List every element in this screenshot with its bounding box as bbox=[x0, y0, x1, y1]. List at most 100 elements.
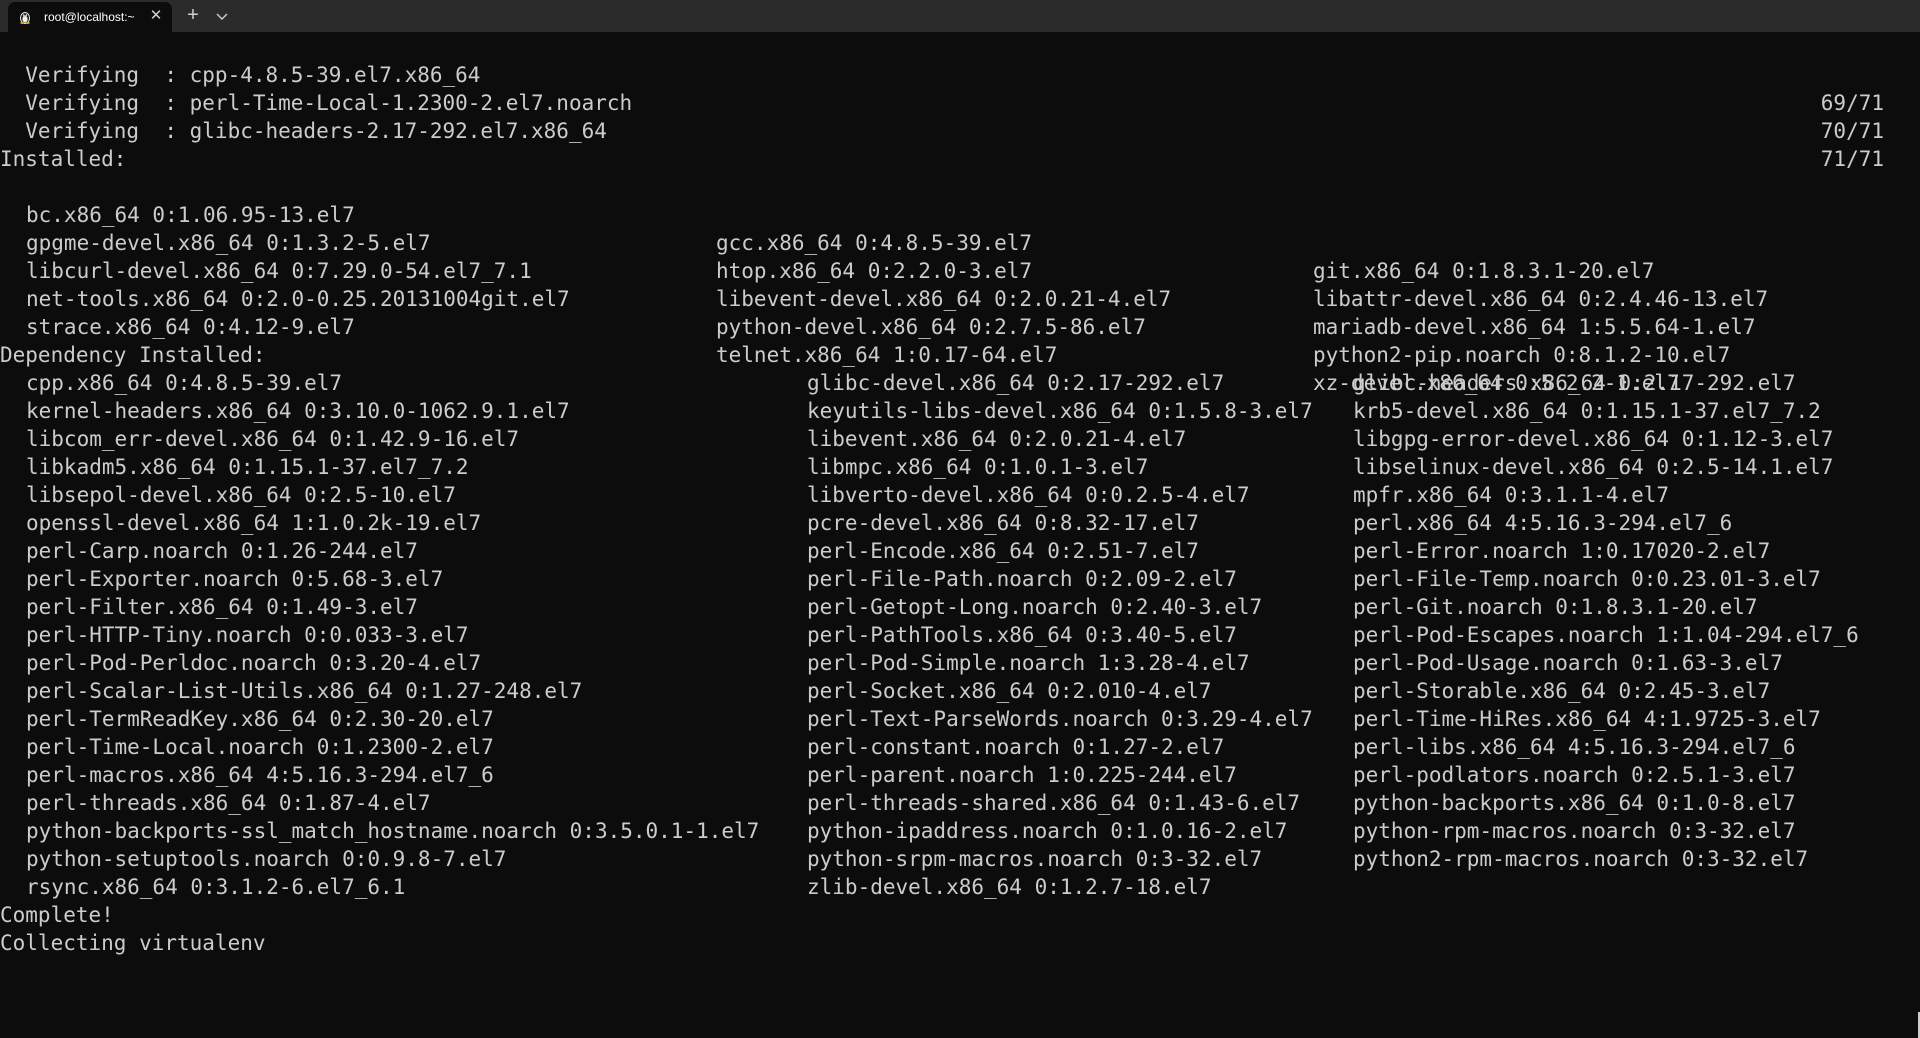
package-entry: perl-podlators.noarch 0:2.5.1-3.el7 bbox=[1353, 763, 1796, 787]
output-line: Verifying : cpp-4.8.5-39.el7.x86_64 69/7… bbox=[0, 33, 1920, 115]
output-line: kernel-headers.x86_64 0:3.10.0-1062.9.1.… bbox=[0, 397, 1920, 425]
package-entry: libverto-devel.x86_64 0:0.2.5-4.el7 bbox=[807, 483, 1250, 507]
package-entry: perl-threads-shared.x86_64 0:1.43-6.el7 bbox=[807, 791, 1301, 815]
output-line: strace.x86_64 0:4.12-9.el7 telnet.x86_64… bbox=[0, 285, 1920, 395]
dependency-header: Dependency Installed: bbox=[0, 343, 266, 367]
output-line: bc.x86_64 0:1.06.95-13.el7 gcc.x86_64 0:… bbox=[0, 173, 1920, 283]
package-entry: perl-Time-Local.noarch 0:1.2300-2.el7 bbox=[26, 735, 494, 759]
output-line: perl-threads.x86_64 0:1.87-4.el7 perl-thr… bbox=[0, 789, 1920, 817]
package-entry: libmpc.x86_64 0:1.0.1-3.el7 bbox=[807, 455, 1149, 479]
output-line: perl-Exporter.noarch 0:5.68-3.el7 perl-Fi… bbox=[0, 565, 1920, 593]
package-entry: perl-Pod-Usage.noarch 0:1.63-3.el7 bbox=[1353, 651, 1783, 675]
package-entry: perl-parent.noarch 1:0.225-244.el7 bbox=[807, 763, 1237, 787]
output-line: perl-Scalar-List-Utils.x86_64 0:1.27-248… bbox=[0, 677, 1920, 705]
output-line: perl-HTTP-Tiny.noarch 0:0.033-3.el7 perl-… bbox=[0, 621, 1920, 649]
output-line: gpgme-devel.x86_64 0:1.3.2-5.el7 htop.x8… bbox=[0, 201, 1920, 311]
output-line: perl-Pod-Perldoc.noarch 0:3.20-4.el7 perl… bbox=[0, 649, 1920, 677]
verify-progress: 70/71 bbox=[1820, 119, 1884, 143]
package-entry: python-devel.x86_64 0:2.7.5-86.el7 bbox=[716, 315, 1146, 339]
package-entry: python-setuptools.noarch 0:0.9.8-7.el7 bbox=[26, 847, 507, 871]
output-line: perl-Filter.x86_64 0:1.49-3.el7 perl-Geto… bbox=[0, 593, 1920, 621]
package-entry: mariadb-devel.x86_64 1:5.5.64-1.el7 bbox=[1313, 315, 1756, 339]
output-line: net-tools.x86_64 0:2.0-0.25.20131004git.… bbox=[0, 257, 1920, 367]
package-entry: python-backports-ssl_match_hostname.noar… bbox=[26, 819, 760, 843]
package-entry: perl-Text-ParseWords.noarch 0:3.29-4.el7 bbox=[807, 707, 1313, 731]
output-line: openssl-devel.x86_64 1:1.0.2k-19.el7 pcre… bbox=[0, 509, 1920, 537]
package-entry: perl-Socket.x86_64 0:2.010-4.el7 bbox=[807, 679, 1212, 703]
package-entry: perl-File-Path.noarch 0:2.09-2.el7 bbox=[807, 567, 1237, 591]
package-entry: perl-threads.x86_64 0:1.87-4.el7 bbox=[26, 791, 431, 815]
complete-message: Complete! bbox=[0, 903, 114, 927]
output-line: rsync.x86_64 0:3.1.2-6.el7_6.1 zlib-devel… bbox=[0, 873, 1920, 901]
output-line: Verifying : glibc-headers-2.17-292.el7.x… bbox=[0, 89, 1920, 171]
output-line: libkadm5.x86_64 0:1.15.1-37.el7_7.2 libmp… bbox=[0, 453, 1920, 481]
package-entry: perl-TermReadKey.x86_64 0:2.30-20.el7 bbox=[26, 707, 494, 731]
output-line: libsepol-devel.x86_64 0:2.5-10.el7 libver… bbox=[0, 481, 1920, 509]
package-entry: cpp.x86_64 0:4.8.5-39.el7 bbox=[26, 371, 343, 395]
package-entry: pcre-devel.x86_64 0:8.32-17.el7 bbox=[807, 511, 1199, 535]
package-entry: perl-Carp.noarch 0:1.26-244.el7 bbox=[26, 539, 418, 563]
package-entry: python2-rpm-macros.noarch 0:3-32.el7 bbox=[1353, 847, 1809, 871]
package-entry: glibc-devel.x86_64 0:2.17-292.el7 bbox=[807, 371, 1225, 395]
package-entry: perl-libs.x86_64 4:5.16.3-294.el7_6 bbox=[1353, 735, 1796, 759]
linux-tux-icon bbox=[20, 12, 30, 24]
output-line: libcom_err-devel.x86_64 0:1.42.9-16.el7 l… bbox=[0, 425, 1920, 453]
chevron-down-icon[interactable] bbox=[212, 5, 232, 27]
output-line: Verifying : perl-Time-Local-1.2300-2.el7… bbox=[0, 61, 1920, 143]
output-line: libcurl-devel.x86_64 0:7.29.0-54.el7_7.1… bbox=[0, 229, 1920, 339]
output-line: python-setuptools.noarch 0:0.9.8-7.el7 py… bbox=[0, 845, 1920, 873]
package-entry: perl-Storable.x86_64 0:2.45-3.el7 bbox=[1353, 679, 1771, 703]
package-entry: perl.x86_64 4:5.16.3-294.el7_6 bbox=[1353, 511, 1733, 535]
output-line: cpp.x86_64 0:4.8.5-39.el7 glibc-devel.x86… bbox=[0, 369, 1920, 397]
verify-progress: 71/71 bbox=[1820, 147, 1884, 171]
package-entry: strace.x86_64 0:4.12-9.el7 bbox=[26, 315, 355, 339]
tab-title: root@localhost:~ bbox=[44, 10, 135, 24]
terminal-output[interactable]: Verifying : cpp-4.8.5-39.el7.x86_64 69/7… bbox=[0, 33, 1920, 1038]
package-entry: python-srpm-macros.noarch 0:3-32.el7 bbox=[807, 847, 1263, 871]
package-entry: perl-Time-HiRes.x86_64 4:1.9725-3.el7 bbox=[1353, 707, 1821, 731]
new-tab-button[interactable]: + bbox=[180, 4, 206, 28]
package-entry: libsepol-devel.x86_64 0:2.5-10.el7 bbox=[26, 483, 456, 507]
package-entry: rsync.x86_64 0:3.1.2-6.el7_6.1 bbox=[26, 875, 406, 899]
package-entry: perl-Pod-Escapes.noarch 1:1.04-294.el7_6 bbox=[1353, 623, 1859, 647]
package-entry: perl-macros.x86_64 4:5.16.3-294.el7_6 bbox=[26, 763, 494, 787]
package-entry: kernel-headers.x86_64 0:3.10.0-1062.9.1.… bbox=[26, 399, 570, 423]
package-entry: python-rpm-macros.noarch 0:3-32.el7 bbox=[1353, 819, 1796, 843]
package-entry: telnet.x86_64 1:0.17-64.el7 bbox=[716, 343, 1058, 367]
package-entry: perl-Pod-Simple.noarch 1:3.28-4.el7 bbox=[807, 651, 1250, 675]
package-entry: keyutils-libs-devel.x86_64 0:1.5.8-3.el7 bbox=[807, 399, 1313, 423]
package-entry: libevent.x86_64 0:2.0.21-4.el7 bbox=[807, 427, 1187, 451]
output-line: perl-macros.x86_64 4:5.16.3-294.el7_6 per… bbox=[0, 761, 1920, 789]
output-line: perl-TermReadKey.x86_64 0:2.30-20.el7 per… bbox=[0, 705, 1920, 733]
terminal-tab[interactable]: root@localhost:~ ✕ bbox=[8, 2, 172, 32]
package-entry: perl-Scalar-List-Utils.x86_64 0:1.27-248… bbox=[26, 679, 583, 703]
close-tab-icon[interactable]: ✕ bbox=[146, 6, 166, 26]
collecting-message: Collecting virtualenv bbox=[0, 931, 266, 955]
package-entry: perl-HTTP-Tiny.noarch 0:0.033-3.el7 bbox=[26, 623, 469, 647]
package-entry: libselinux-devel.x86_64 0:2.5-14.1.el7 bbox=[1353, 455, 1834, 479]
package-entry: perl-Filter.x86_64 0:1.49-3.el7 bbox=[26, 595, 418, 619]
package-entry: perl-Pod-Perldoc.noarch 0:3.20-4.el7 bbox=[26, 651, 482, 675]
package-entry: python-ipaddress.noarch 0:1.0.16-2.el7 bbox=[807, 819, 1288, 843]
package-entry: perl-File-Temp.noarch 0:0.23.01-3.el7 bbox=[1353, 567, 1821, 591]
output-line: perl-Carp.noarch 0:1.26-244.el7 perl-Enco… bbox=[0, 537, 1920, 565]
title-bar: root@localhost:~ ✕ + bbox=[0, 0, 1920, 32]
package-entry: mpfr.x86_64 0:3.1.1-4.el7 bbox=[1353, 483, 1670, 507]
package-entry: perl-Encode.x86_64 0:2.51-7.el7 bbox=[807, 539, 1199, 563]
verify-text: Verifying : glibc-headers-2.17-292.el7.x… bbox=[0, 119, 607, 143]
package-entry: glibc-headers.x86_64 0:2.17-292.el7 bbox=[1353, 371, 1796, 395]
package-entry: zlib-devel.x86_64 0:1.2.7-18.el7 bbox=[807, 875, 1212, 899]
package-entry: perl-Exporter.noarch 0:5.68-3.el7 bbox=[26, 567, 444, 591]
package-entry: perl-Getopt-Long.noarch 0:2.40-3.el7 bbox=[807, 595, 1263, 619]
package-entry: openssl-devel.x86_64 1:1.0.2k-19.el7 bbox=[26, 511, 482, 535]
output-line: perl-Time-Local.noarch 0:1.2300-2.el7 per… bbox=[0, 733, 1920, 761]
package-entry: python-backports.x86_64 0:1.0-8.el7 bbox=[1353, 791, 1796, 815]
package-entry: krb5-devel.x86_64 0:1.15.1-37.el7_7.2 bbox=[1353, 399, 1821, 423]
package-entry: perl-Error.noarch 1:0.17020-2.el7 bbox=[1353, 539, 1771, 563]
package-entry: perl-Git.noarch 0:1.8.3.1-20.el7 bbox=[1353, 595, 1758, 619]
package-entry: python2-pip.noarch 0:8.1.2-10.el7 bbox=[1313, 343, 1731, 367]
package-entry: perl-PathTools.x86_64 0:3.40-5.el7 bbox=[807, 623, 1237, 647]
package-entry: libgpg-error-devel.x86_64 0:1.12-3.el7 bbox=[1353, 427, 1834, 451]
package-entry: libkadm5.x86_64 0:1.15.1-37.el7_7.2 bbox=[26, 455, 469, 479]
package-entry: libcom_err-devel.x86_64 0:1.42.9-16.el7 bbox=[26, 427, 520, 451]
